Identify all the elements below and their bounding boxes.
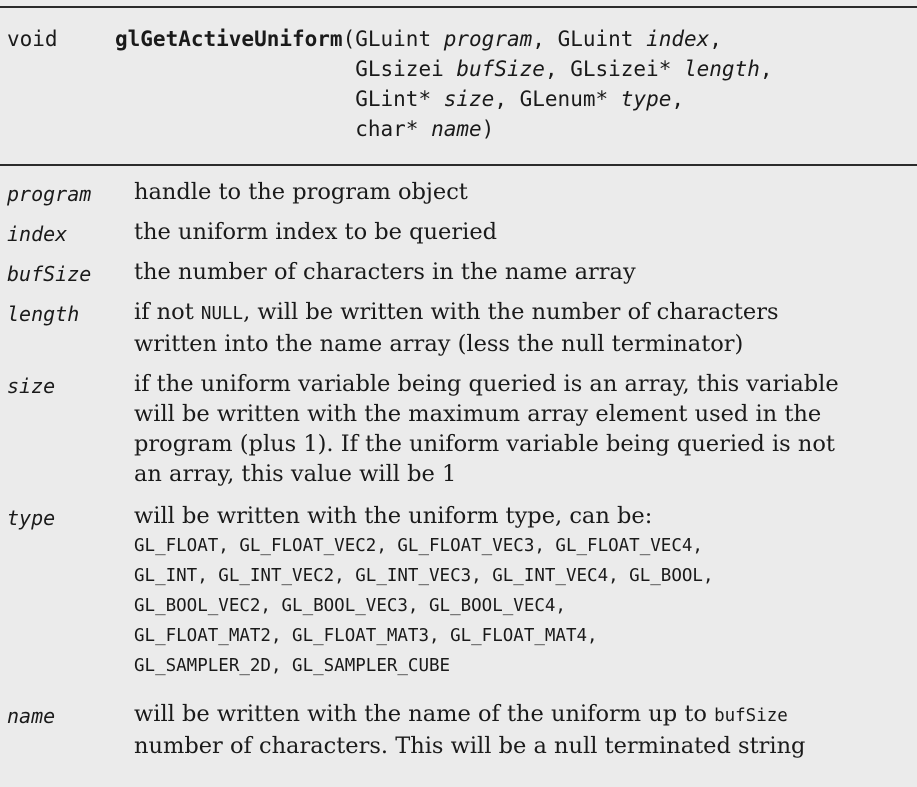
param-row-size: size if the uniform variable being queri… xyxy=(7,368,912,500)
param-name: name xyxy=(431,117,482,141)
param-description: if not NULL, will be written with the nu… xyxy=(134,299,779,357)
param-description: handle to the program object xyxy=(134,179,468,205)
param-type: GLuint xyxy=(557,27,647,51)
param-description: the uniform index to be queried xyxy=(134,219,498,245)
param-label: length xyxy=(7,302,80,326)
param-type: GLint* xyxy=(355,87,444,111)
param-description: the number of characters in the name arr… xyxy=(134,259,636,285)
top-rule xyxy=(0,6,917,8)
param-separator: , xyxy=(671,87,685,111)
param-row-type: type will be written with the uniform ty… xyxy=(7,500,912,698)
param-description: will be written with the name of the uni… xyxy=(134,701,806,759)
enum-values-line: GL_SAMPLER_2D, GL_SAMPLER_CUBE xyxy=(134,656,451,676)
param-type: GLsizei* xyxy=(570,57,684,81)
param-separator: , xyxy=(544,57,571,81)
signature-divider xyxy=(0,164,917,166)
parameter-list: program handle to the program object ind… xyxy=(7,176,912,768)
param-label: bufSize xyxy=(7,262,92,286)
param-name: program xyxy=(443,27,533,51)
function-name: glGetActiveUniform xyxy=(115,27,343,51)
param-description: if the uniform variable being queried is… xyxy=(134,371,839,487)
function-name-group: glGetActiveUniform( xyxy=(115,24,355,144)
param-name: index xyxy=(646,27,710,51)
signature-line: GLuint program, GLuint index, xyxy=(355,24,772,54)
signature-params: GLuint program, GLuint index, GLsizei bu… xyxy=(355,24,772,144)
param-type: char* xyxy=(355,117,432,141)
param-description: will be written with the uniform type, c… xyxy=(134,500,912,698)
param-row-name: name will be written with the name of th… xyxy=(7,698,912,768)
param-separator: , xyxy=(532,27,558,51)
signature-line: char* name) xyxy=(355,114,772,144)
enum-values-line: GL_INT, GL_INT_VEC2, GL_INT_VEC3, GL_INT… xyxy=(134,566,714,586)
param-type: GLsizei xyxy=(355,57,457,81)
param-name: type xyxy=(620,87,672,111)
enum-values-line: GL_FLOAT_MAT2, GL_FLOAT_MAT3, GL_FLOAT_M… xyxy=(134,626,598,646)
param-label: program xyxy=(7,182,92,206)
api-reference-page: void glGetActiveUniform( GLuint program,… xyxy=(0,0,917,787)
param-row-index: index the uniform index to be queried xyxy=(7,216,912,256)
param-type: GLuint xyxy=(355,27,444,51)
open-paren: ( xyxy=(342,27,356,51)
param-name: size xyxy=(443,87,495,111)
function-signature: void glGetActiveUniform( GLuint program,… xyxy=(7,24,773,144)
signature-line: GLsizei bufSize, GLsizei* length, xyxy=(355,54,772,84)
param-type: GLenum* xyxy=(519,87,621,111)
param-separator: , xyxy=(494,87,520,111)
return-type: void xyxy=(7,27,58,51)
param-row-length: length if not NULL, will be written with… xyxy=(7,296,912,368)
enum-values-line: GL_BOOL_VEC2, GL_BOOL_VEC3, GL_BOOL_VEC4… xyxy=(134,596,566,616)
param-label: size xyxy=(7,374,56,398)
close-paren: ) xyxy=(481,117,495,141)
param-row-program: program handle to the program object xyxy=(7,176,912,216)
param-label: name xyxy=(7,704,56,728)
inline-code: NULL xyxy=(200,304,244,324)
param-name: length xyxy=(684,57,760,81)
param-separator: , xyxy=(759,57,773,81)
inline-code: bufSize xyxy=(714,706,788,726)
param-label: index xyxy=(7,222,68,246)
param-separator: , xyxy=(709,27,722,51)
param-label: type xyxy=(7,506,56,530)
param-row-bufsize: bufSize the number of characters in the … xyxy=(7,256,912,296)
param-name: bufSize xyxy=(456,57,545,81)
signature-line: GLint* size, GLenum* type, xyxy=(355,84,772,114)
enum-values-line: GL_FLOAT, GL_FLOAT_VEC2, GL_FLOAT_VEC3, … xyxy=(134,536,703,556)
